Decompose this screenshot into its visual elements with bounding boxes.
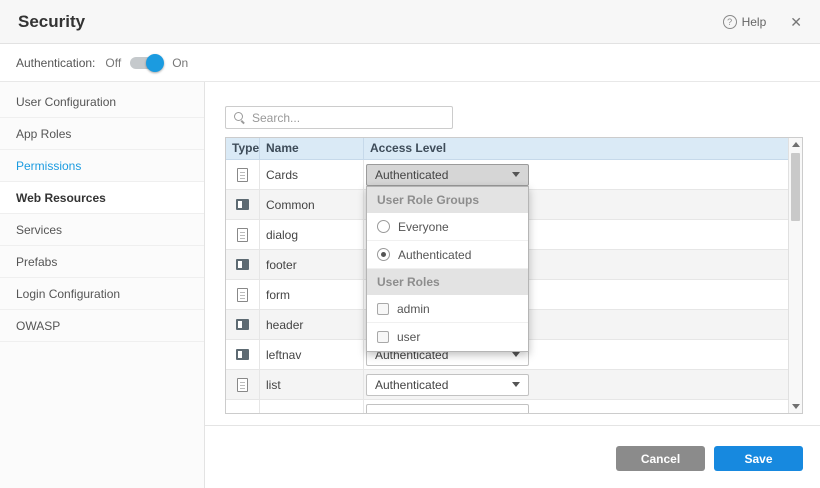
radio-selected-icon[interactable]	[377, 248, 390, 261]
page-icon	[237, 168, 248, 182]
option-authenticated[interactable]: Authenticated	[367, 241, 528, 269]
help-label: Help	[742, 15, 767, 29]
search-icon	[234, 112, 245, 123]
table-row-list: list Authenticated	[226, 370, 788, 400]
sidebar-item-login-configuration[interactable]: Login Configuration	[0, 278, 204, 310]
access-level-popup: User Role Groups Everyone Authenticated …	[366, 186, 529, 352]
footer-actions: Cancel Save	[616, 446, 803, 471]
option-admin[interactable]: admin	[367, 295, 528, 323]
type-cell	[226, 250, 260, 279]
security-dialog: Security ? Help ✕ Authentication: Off On…	[0, 0, 820, 488]
triangle-down-icon	[792, 404, 800, 409]
sidebar: User Configuration App Roles Permissions…	[0, 82, 205, 488]
caret-down-icon	[512, 172, 520, 177]
option-label: Authenticated	[398, 248, 471, 262]
table-row-partial	[226, 400, 788, 413]
toggle-knob	[146, 54, 164, 72]
close-icon[interactable]: ✕	[790, 15, 802, 29]
option-label: user	[397, 330, 420, 344]
type-cell	[226, 340, 260, 369]
name-cell: Common	[260, 190, 364, 219]
name-cell: header	[260, 310, 364, 339]
option-everyone[interactable]: Everyone	[367, 213, 528, 241]
name-cell: form	[260, 280, 364, 309]
table-scrollbar[interactable]	[788, 138, 802, 413]
authentication-label: Authentication:	[16, 56, 95, 70]
toggle-off-label: Off	[105, 56, 121, 70]
type-cell	[226, 220, 260, 249]
table-viewport: Type Name Access Level Cards Authenticat…	[226, 138, 788, 413]
cancel-button[interactable]: Cancel	[616, 446, 705, 471]
type-cell	[226, 370, 260, 399]
user-roles-header: User Roles	[367, 269, 528, 295]
caret-down-icon	[512, 382, 520, 387]
name-cell: leftnav	[260, 340, 364, 369]
name-cell	[260, 400, 364, 413]
access-level-dropdown[interactable]	[366, 404, 529, 414]
column-header-name: Name	[260, 138, 364, 159]
sidebar-item-user-configuration[interactable]: User Configuration	[0, 86, 204, 118]
help-icon: ?	[723, 15, 737, 29]
dropdown-value: Authenticated	[375, 378, 448, 392]
sidebar-item-prefabs[interactable]: Prefabs	[0, 246, 204, 278]
caret-down-icon	[512, 352, 520, 357]
title-bar: Security ? Help ✕	[0, 0, 820, 44]
sidebar-item-permissions[interactable]: Permissions	[0, 150, 204, 182]
layout-icon	[236, 199, 249, 210]
scrollbar-thumb[interactable]	[791, 153, 800, 221]
sidebar-item-web-resources[interactable]: Web Resources	[0, 182, 204, 214]
search-input[interactable]	[252, 111, 444, 125]
sidebar-item-app-roles[interactable]: App Roles	[0, 118, 204, 150]
checkbox-icon[interactable]	[377, 331, 389, 343]
save-button[interactable]: Save	[714, 446, 803, 471]
page-icon	[237, 378, 248, 392]
main-panel: Type Name Access Level Cards Authenticat…	[205, 82, 820, 488]
option-label: Everyone	[398, 220, 449, 234]
body: User Configuration App Roles Permissions…	[0, 82, 820, 488]
checkbox-icon[interactable]	[377, 303, 389, 315]
triangle-up-icon	[792, 142, 800, 147]
access-level-dropdown[interactable]: Authenticated	[366, 164, 529, 186]
layout-icon	[236, 319, 249, 330]
access-level-dropdown[interactable]: Authenticated	[366, 374, 529, 396]
type-cell	[226, 280, 260, 309]
radio-unselected-icon[interactable]	[377, 220, 390, 233]
table-header: Type Name Access Level	[226, 138, 788, 160]
scroll-up-arrow[interactable]	[789, 138, 802, 151]
dropdown-value: Authenticated	[375, 168, 448, 182]
help-button[interactable]: ? Help	[723, 15, 767, 29]
name-cell: dialog	[260, 220, 364, 249]
user-role-groups-header: User Role Groups	[367, 187, 528, 213]
resources-table: Type Name Access Level Cards Authenticat…	[225, 137, 803, 414]
layout-icon	[236, 259, 249, 270]
type-cell	[226, 190, 260, 219]
column-header-access-level: Access Level	[364, 138, 788, 159]
column-header-type: Type	[226, 138, 260, 159]
access-cell	[364, 400, 788, 413]
page-title: Security	[18, 12, 723, 32]
scroll-down-arrow[interactable]	[789, 400, 802, 413]
page-icon	[237, 288, 248, 302]
name-cell: list	[260, 370, 364, 399]
sidebar-item-services[interactable]: Services	[0, 214, 204, 246]
type-cell	[226, 310, 260, 339]
toggle-on-label: On	[172, 56, 188, 70]
sidebar-item-owasp[interactable]: OWASP	[0, 310, 204, 342]
type-cell	[226, 400, 260, 413]
search-box	[225, 106, 453, 129]
access-cell: Authenticated	[364, 160, 788, 189]
layout-icon	[236, 349, 249, 360]
type-cell	[226, 160, 260, 189]
option-user[interactable]: user	[367, 323, 528, 351]
footer-divider	[205, 425, 820, 426]
authentication-toggle[interactable]	[130, 57, 160, 69]
name-cell: footer	[260, 250, 364, 279]
option-label: admin	[397, 302, 430, 316]
authentication-bar: Authentication: Off On	[0, 44, 820, 82]
name-cell: Cards	[260, 160, 364, 189]
page-icon	[237, 228, 248, 242]
access-cell: Authenticated	[364, 370, 788, 399]
